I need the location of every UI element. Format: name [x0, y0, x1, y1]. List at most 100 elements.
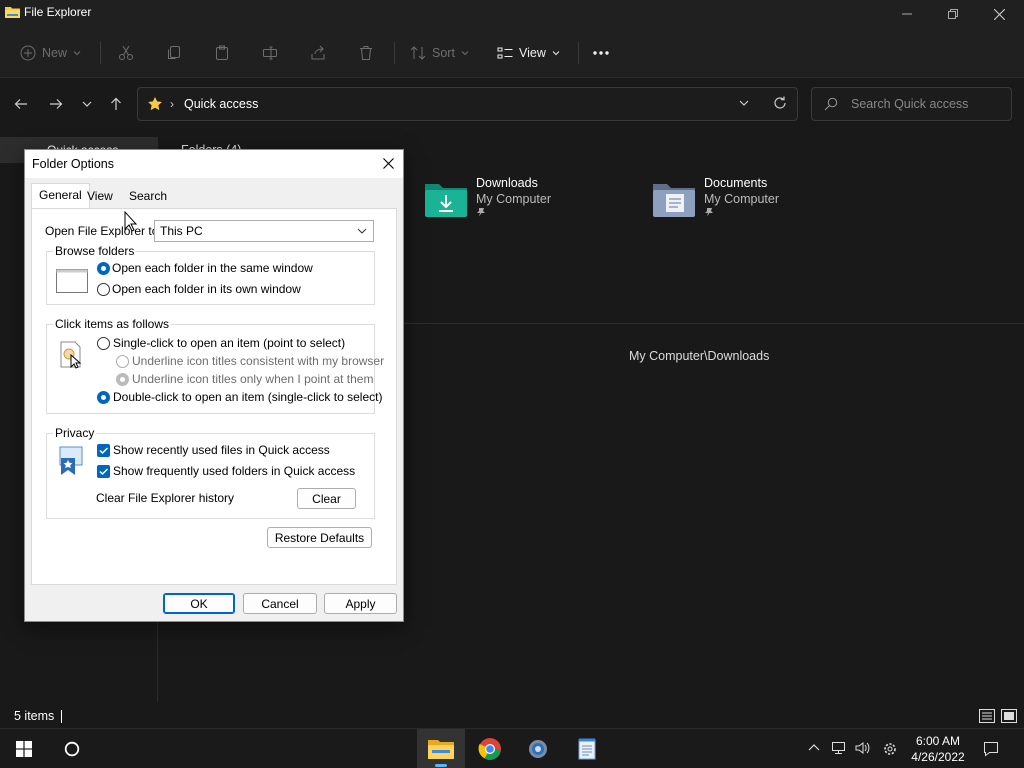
clear-history-button[interactable]: Clear [297, 488, 356, 509]
underline-browser-label[interactable]: Underline icon titles consistent with my… [132, 354, 384, 368]
back-button[interactable] [9, 92, 33, 116]
clear-history-label: Clear File Explorer history [96, 491, 235, 505]
recent-files-label[interactable]: Show recently used files in Quick access [113, 443, 330, 457]
underline-point-radio[interactable] [116, 373, 129, 386]
command-bar: New Sort View [0, 28, 1024, 78]
downloads-folder-icon [425, 184, 467, 217]
network-icon[interactable] [831, 741, 847, 755]
separator [578, 42, 579, 64]
notifications-icon[interactable] [983, 741, 999, 757]
chevron-up-icon[interactable] [807, 741, 821, 755]
recent-locations-button[interactable] [75, 92, 99, 116]
start-button[interactable] [0, 729, 48, 768]
recent-file-path[interactable]: My Computer\Downloads [629, 349, 769, 363]
close-icon [382, 157, 394, 169]
group-title: Click items as follows [53, 317, 172, 331]
restore-defaults-button[interactable]: Restore Defaults [267, 527, 372, 548]
single-click-radio[interactable] [97, 337, 110, 350]
settings-icon[interactable] [882, 741, 898, 757]
more-options-button[interactable] [593, 40, 609, 66]
search-button[interactable] [48, 729, 96, 768]
browse-folders-group: Browse folders [46, 244, 375, 305]
details-view-icon[interactable] [978, 708, 996, 724]
double-click-radio[interactable] [97, 391, 110, 404]
folder-name: Documents [704, 176, 768, 190]
browse-same-window-radio[interactable] [97, 262, 110, 275]
sort-icon [410, 46, 426, 60]
clock-date: 4/26/2022 [911, 750, 965, 764]
browse-own-window-radio[interactable] [97, 283, 110, 296]
volume-icon[interactable] [855, 741, 871, 755]
pin-icon [477, 208, 485, 217]
underline-point-label[interactable]: Underline icon titles only when I point … [132, 372, 373, 386]
section-divider [404, 323, 1024, 324]
dialog-close-button[interactable] [377, 152, 399, 174]
chevron-down-icon [461, 51, 469, 56]
chevron-down-icon [82, 101, 92, 107]
rename-icon [263, 46, 277, 60]
arrow-right-icon [50, 99, 63, 109]
view-list-icon [497, 47, 513, 59]
folder-options-dialog: Folder Options General View Search Open … [24, 149, 404, 622]
search-box[interactable]: Search Quick access [811, 87, 1012, 121]
chevron-down-icon[interactable] [738, 97, 750, 109]
apply-button[interactable]: Apply [324, 593, 397, 614]
file-explorer-icon [5, 7, 20, 18]
trash-icon [360, 46, 372, 60]
close-button[interactable] [976, 0, 1022, 28]
notepad-icon [578, 738, 596, 760]
copy-button[interactable] [166, 40, 182, 66]
copy-icon [168, 46, 180, 59]
separator [394, 42, 395, 64]
cut-button[interactable] [118, 40, 134, 66]
double-click-label[interactable]: Double-click to open an item (single-cli… [113, 390, 382, 404]
taskbar-settings[interactable] [514, 729, 562, 768]
underline-browser-radio[interactable] [116, 355, 129, 368]
sort-button[interactable]: Sort [410, 40, 469, 66]
taskbar: 6:00 AM 4/26/2022 [0, 728, 1024, 768]
arrow-left-icon [14, 99, 27, 109]
search-input[interactable]: Search Quick access [851, 97, 968, 111]
chrome-icon [478, 738, 501, 760]
settings-gear-icon [529, 740, 547, 758]
system-clock[interactable]: 6:00 AM 4/26/2022 [905, 733, 971, 765]
paste-button[interactable] [214, 40, 230, 66]
dialog-title: Folder Options [32, 157, 114, 171]
minimize-button[interactable] [884, 0, 930, 28]
group-title: Browse folders [53, 244, 137, 258]
browse-own-window-label[interactable]: Open each folder in its own window [112, 282, 301, 296]
ok-button[interactable]: OK [163, 593, 235, 614]
tab-view[interactable]: View [80, 185, 120, 209]
breadcrumb-location[interactable]: Quick access [184, 97, 258, 111]
folder-name: Downloads [476, 176, 538, 190]
share-button[interactable] [310, 40, 326, 66]
open-explorer-label: Open File Explorer to: [45, 224, 162, 238]
recent-files-checkbox[interactable] [97, 444, 110, 457]
frequent-folders-label[interactable]: Show frequently used folders in Quick ac… [113, 464, 355, 478]
tab-search[interactable]: Search [122, 185, 174, 209]
new-button[interactable]: New [20, 40, 81, 66]
taskbar-notepad[interactable] [563, 729, 611, 768]
up-button[interactable] [104, 92, 128, 116]
address-bar[interactable]: › Quick access [137, 87, 798, 121]
windows-logo-icon [16, 741, 32, 757]
delete-button[interactable] [358, 40, 374, 66]
documents-folder-icon [653, 184, 695, 217]
cancel-button[interactable]: Cancel [243, 593, 317, 614]
view-button[interactable]: View [497, 40, 560, 66]
taskbar-file-explorer[interactable] [417, 729, 465, 768]
frequent-folders-checkbox[interactable] [97, 465, 110, 478]
status-divider [61, 710, 62, 723]
star-icon [148, 97, 162, 111]
mouse-cursor-icon [124, 211, 138, 232]
forward-button[interactable] [44, 92, 68, 116]
browse-same-window-label[interactable]: Open each folder in the same window [112, 261, 313, 275]
large-icons-view-icon[interactable] [1000, 708, 1018, 724]
new-label: New [42, 46, 68, 60]
single-click-label[interactable]: Single-click to open an item (point to s… [113, 336, 345, 350]
refresh-icon[interactable] [772, 95, 788, 111]
maximize-button[interactable] [930, 0, 976, 28]
rename-button[interactable] [262, 40, 278, 66]
taskbar-chrome[interactable] [466, 729, 514, 768]
open-explorer-dropdown[interactable]: This PC [154, 220, 374, 242]
